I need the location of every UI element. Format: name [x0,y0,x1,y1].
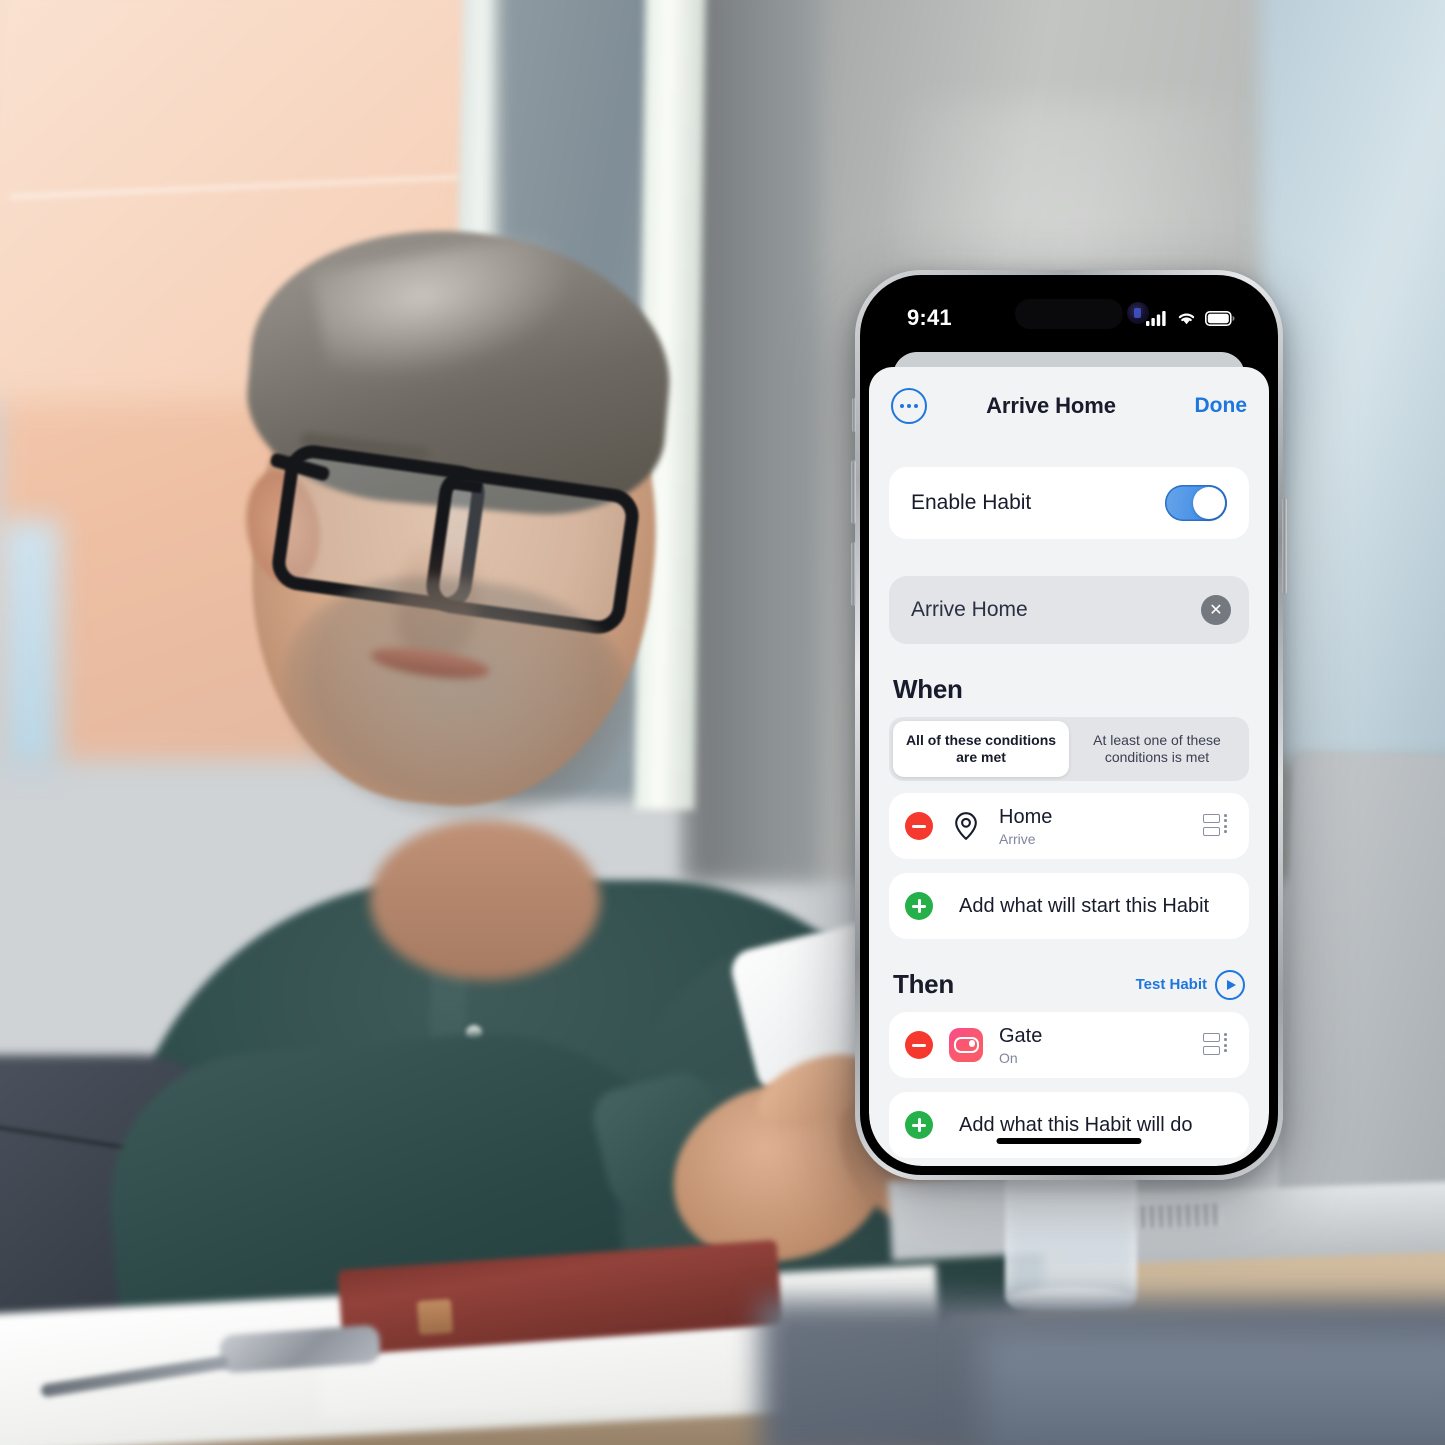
enable-habit-row[interactable]: Enable Habit [889,467,1249,539]
wifi-icon [1178,313,1195,325]
add-trigger-label: Add what will start this Habit [959,894,1210,917]
home-indicator-bar[interactable] [996,1138,1142,1144]
front-camera-icon [1127,302,1149,324]
remove-circle-icon[interactable] [905,1031,933,1059]
details-list-icon[interactable] [1203,1033,1229,1057]
when-title: When [893,674,963,704]
then-section-header: Then Test Habit [889,969,1249,1000]
sheet-navigation-bar: Arrive Home Done [869,367,1269,445]
then-title: Then [893,969,954,999]
volume-down-button[interactable] [851,542,856,606]
sky-patch [0,520,60,770]
habit-name-field[interactable]: Arrive Home ✕ [889,576,1249,644]
action-subtitle: On [999,1049,1018,1066]
test-habit-button[interactable]: Test Habit [1135,969,1245,1000]
page-title: Arrive Home [986,393,1116,418]
details-list-icon[interactable] [1203,814,1229,838]
condition-row-home[interactable]: Home Arrive [889,793,1249,859]
person-neck [370,820,600,980]
volume-up-button[interactable] [851,460,856,524]
add-trigger-row[interactable]: Add what will start this Habit [889,873,1249,939]
status-time: 9:41 [907,305,952,330]
status-indicators [1146,310,1235,326]
silent-switch[interactable] [852,398,856,432]
condition-subtitle: Arrive [999,830,1036,847]
habit-name-value: Arrive Home [911,598,1028,621]
window-right [1260,0,1445,760]
screenshot-scene: 9:41 Arrive Home Done Enable Habit Arriv… [0,0,1445,1445]
done-button[interactable]: Done [1175,394,1248,418]
location-pin-icon [947,811,985,841]
condition-title: Home [999,805,1053,828]
iphone-mockup: 9:41 Arrive Home Done Enable Habit Arriv… [851,270,1287,1180]
concrete-column [690,0,820,880]
habit-editor-sheet: Arrive Home Done Enable Habit Arrive Hom… [869,367,1269,1166]
action-text: Gate On [999,1025,1203,1066]
condition-text: Home Arrive [999,806,1203,847]
clear-circle-icon[interactable]: ✕ [1201,595,1231,625]
segment-all-conditions[interactable]: All of these conditions are met [893,721,1069,777]
dynamic-island [1015,299,1123,329]
enable-habit-label: Enable Habit [911,491,1032,514]
add-circle-icon[interactable] [905,1111,933,1139]
phone-screen: 9:41 Arrive Home Done Enable Habit Arriv… [869,284,1269,1166]
add-circle-icon[interactable] [905,892,933,920]
cellular-signal-icon [1146,311,1166,326]
remove-circle-icon[interactable] [905,812,933,840]
when-section-header: When [889,674,1249,705]
test-habit-label: Test Habit [1135,976,1207,993]
enable-habit-toggle[interactable] [1165,485,1227,521]
action-row-gate[interactable]: Gate On [889,1012,1249,1078]
sheet-content: Enable Habit Arrive Home ✕ When All of t… [869,445,1269,1166]
ellipsis-circle-icon[interactable] [891,388,927,424]
power-button[interactable] [1282,498,1287,594]
phone-bezel: 9:41 Arrive Home Done Enable Habit Arriv… [860,275,1278,1175]
switch-tile-icon [947,1028,985,1062]
toggle-knob [1193,487,1225,519]
add-action-row[interactable]: Add what this Habit will do [889,1092,1249,1158]
play-circle-icon[interactable] [1215,969,1245,1000]
battery-full-icon [1205,310,1235,326]
condition-mode-segmented-control[interactable]: All of these conditions are met At least… [889,717,1249,781]
notebook-strap [416,1298,454,1336]
laptop-vent [1131,1203,1223,1229]
action-title: Gate [999,1024,1043,1047]
desk-front-shadow-2 [980,1330,1445,1445]
laptop-lid [1276,750,1445,1250]
add-action-label: Add what this Habit will do [959,1113,1193,1136]
segment-any-condition[interactable]: At least one of these conditions is met [1069,721,1245,777]
